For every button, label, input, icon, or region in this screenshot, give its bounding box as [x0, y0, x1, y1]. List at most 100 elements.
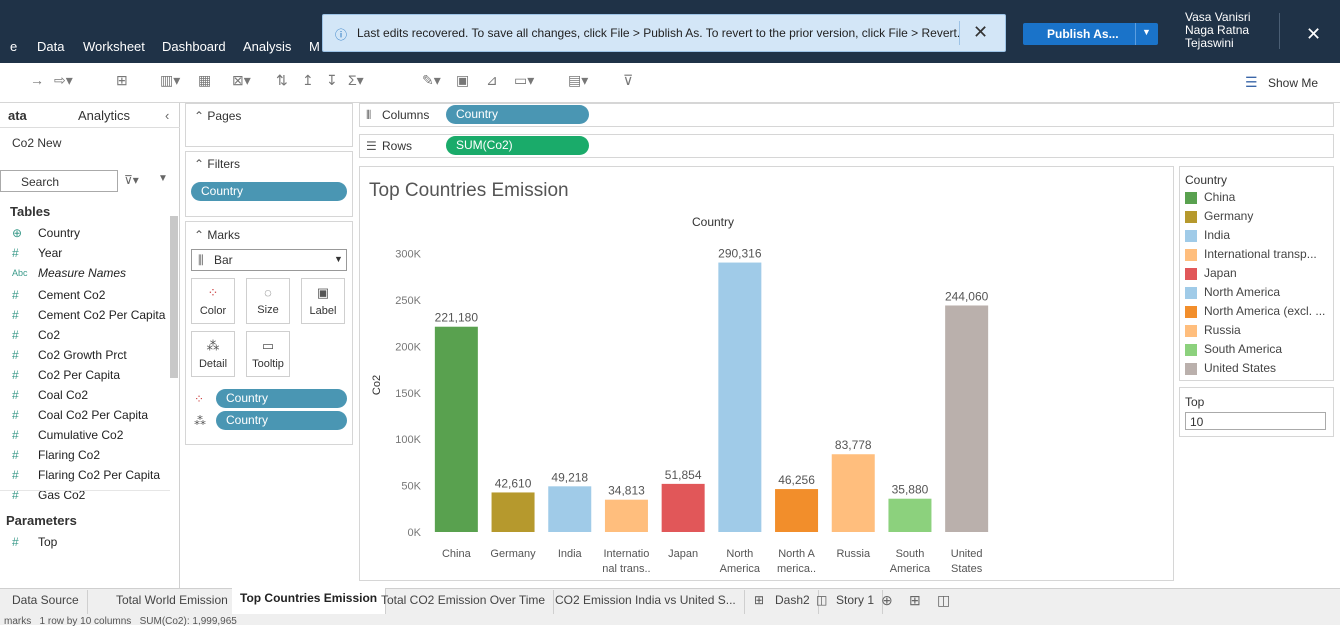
- tooltip-button[interactable]: ▭ Tooltip: [246, 331, 290, 377]
- redo-icon[interactable]: →: [30, 72, 44, 88]
- bar[interactable]: [888, 498, 932, 532]
- bar-value-label: 83,778: [835, 438, 872, 452]
- story-icon: ◫: [816, 593, 828, 607]
- bar[interactable]: [775, 489, 819, 532]
- bar[interactable]: [491, 492, 535, 532]
- marks-header[interactable]: ⌃ Marks: [194, 228, 240, 242]
- field-label: Coal Co2: [38, 388, 89, 402]
- filters-header[interactable]: ⌃ Filters: [194, 157, 240, 171]
- fit-icon[interactable]: ▭▾: [514, 72, 534, 89]
- highlight-icon[interactable]: ✎▾: [422, 72, 441, 89]
- filter-icon[interactable]: ⊽▾: [124, 173, 139, 187]
- bar-value-label: 42,610: [495, 476, 532, 490]
- sort-ascending-icon[interactable]: ↥: [302, 72, 314, 89]
- tab-co2-emission-india-vs-us[interactable]: CO2 Emission India vs United S...: [547, 590, 745, 614]
- rows-pill-sum-co2[interactable]: SUM(Co2): [446, 136, 589, 155]
- tab-data-source[interactable]: Data Source: [4, 590, 88, 614]
- detail-button[interactable]: ⁂ Detail: [191, 331, 235, 377]
- menu-item-worksheet[interactable]: Worksheet: [83, 39, 145, 54]
- new-datasource-icon[interactable]: ⊞: [116, 72, 128, 89]
- new-dashboard-icon[interactable]: ⊞: [909, 592, 921, 609]
- x-tick-label: Internatio: [604, 548, 650, 560]
- color-button[interactable]: ⁘ Color: [191, 278, 235, 324]
- number-icon: #: [12, 308, 19, 322]
- x-tick-label: nal trans..: [602, 563, 650, 575]
- close-icon[interactable]: ✕: [1306, 24, 1321, 45]
- number-icon: #: [12, 448, 19, 462]
- scrollbar[interactable]: [170, 216, 178, 378]
- y-tick-label: 250K: [395, 295, 421, 307]
- tab-dash2[interactable]: Dash2: [767, 590, 819, 614]
- label-icon: ▣: [316, 285, 330, 300]
- publish-as-button[interactable]: Publish As... ▼: [1023, 23, 1158, 45]
- tab-top-countries-emission[interactable]: Top Countries Emission: [232, 588, 387, 614]
- totals-icon[interactable]: Σ▾: [348, 72, 364, 89]
- detail-icon: ⁂: [194, 414, 206, 428]
- chevron-up-icon: ⌃: [194, 157, 208, 171]
- marks-pill-detail-country[interactable]: Country: [216, 411, 347, 430]
- y-tick-label: 200K: [395, 341, 421, 353]
- field-label: Co2 Growth Prct: [38, 348, 127, 362]
- new-worksheet-icon[interactable]: ▥▾: [160, 72, 180, 89]
- tab-story-1[interactable]: Story 1: [828, 590, 884, 614]
- x-tick-label: Japan: [668, 548, 698, 560]
- data-pane: ata Analytics ‹ Co2 New Search ⊽▾ ▼ Tabl…: [0, 103, 180, 588]
- user-name[interactable]: Vasa Vanisri Naga Ratna Tejaswini: [1185, 11, 1265, 50]
- text-icon: Abc: [12, 268, 28, 278]
- bar[interactable]: [718, 262, 762, 532]
- tab-data[interactable]: ata: [8, 108, 27, 123]
- filter-pill-country[interactable]: Country: [191, 182, 347, 201]
- globe-icon: ⊕: [12, 226, 23, 240]
- mark-type-select[interactable]: ⫼ Bar ▼: [191, 249, 347, 271]
- menu-item-data[interactable]: Data: [37, 39, 64, 54]
- swap-icon[interactable]: ⇅: [276, 72, 288, 89]
- bar[interactable]: [604, 499, 648, 532]
- bar[interactable]: [548, 486, 592, 532]
- clear-sheet-icon[interactable]: ⊠▾: [232, 72, 251, 89]
- show-me-button[interactable]: Show Me: [1268, 76, 1318, 90]
- tab-total-world-emission[interactable]: Total World Emission: [108, 590, 237, 614]
- menu-item-file-partial[interactable]: e: [10, 39, 17, 54]
- size-icon: ◌: [264, 285, 272, 300]
- datasource-name[interactable]: Co2 New: [12, 136, 61, 150]
- fix-axes-icon[interactable]: ⊿: [486, 72, 498, 89]
- new-story-icon[interactable]: ◫: [937, 592, 950, 609]
- new-worksheet-icon[interactable]: ⊕: [881, 592, 893, 609]
- field-label: Co2: [38, 328, 61, 342]
- columns-pill-country[interactable]: Country: [446, 105, 589, 124]
- parameter-label: Top: [38, 535, 58, 549]
- bar[interactable]: [945, 305, 989, 532]
- menu-item-map-partial[interactable]: M: [309, 39, 320, 54]
- tab-total-co2-emission-over-time[interactable]: Total CO2 Emission Over Time: [373, 590, 555, 614]
- x-tick-label: merica..: [777, 563, 816, 575]
- marks-pill-color-country[interactable]: Country: [216, 389, 347, 408]
- close-icon[interactable]: ✕: [973, 22, 988, 43]
- label-button[interactable]: ▣ Label: [301, 278, 345, 324]
- bar[interactable]: [661, 483, 705, 532]
- replay-icon[interactable]: ⇨▾: [54, 72, 73, 89]
- presentation-icon[interactable]: ⊽: [623, 72, 633, 89]
- labels-icon[interactable]: ▣: [456, 72, 469, 89]
- show-cards-icon[interactable]: ▤▾: [568, 72, 588, 89]
- pages-header[interactable]: ⌃ Pages: [194, 109, 241, 123]
- field-label: Co2 Per Capita: [38, 368, 121, 382]
- bar[interactable]: [831, 454, 875, 532]
- info-icon: ⓘ: [335, 28, 348, 42]
- number-icon: #: [12, 328, 19, 342]
- search-input[interactable]: Search: [0, 170, 118, 192]
- menu-item-analysis[interactable]: Analysis: [243, 39, 291, 54]
- size-button[interactable]: ◌ Size: [246, 278, 290, 324]
- dashboard-icon: ⊞: [754, 593, 765, 607]
- collapse-pane-icon[interactable]: ‹: [165, 108, 169, 123]
- top-parameter-input[interactable]: 10: [1185, 412, 1326, 430]
- sort-descending-icon[interactable]: ↧: [326, 72, 338, 89]
- tab-analytics[interactable]: Analytics: [78, 108, 130, 123]
- duplicate-sheet-icon[interactable]: ▦: [198, 72, 211, 89]
- menu-item-dashboard[interactable]: Dashboard: [162, 39, 226, 54]
- legend-label: Japan: [1204, 266, 1237, 280]
- bar-chart[interactable]: Top Countries Emission Country Co2 0K 50K…: [360, 167, 1173, 580]
- chevron-down-icon[interactable]: ▼: [1142, 27, 1151, 37]
- chart-view: Top Countries Emission Country Co2 0K 50K…: [359, 166, 1174, 581]
- chevron-down-icon[interactable]: ▼: [158, 173, 168, 184]
- bar[interactable]: [434, 326, 478, 532]
